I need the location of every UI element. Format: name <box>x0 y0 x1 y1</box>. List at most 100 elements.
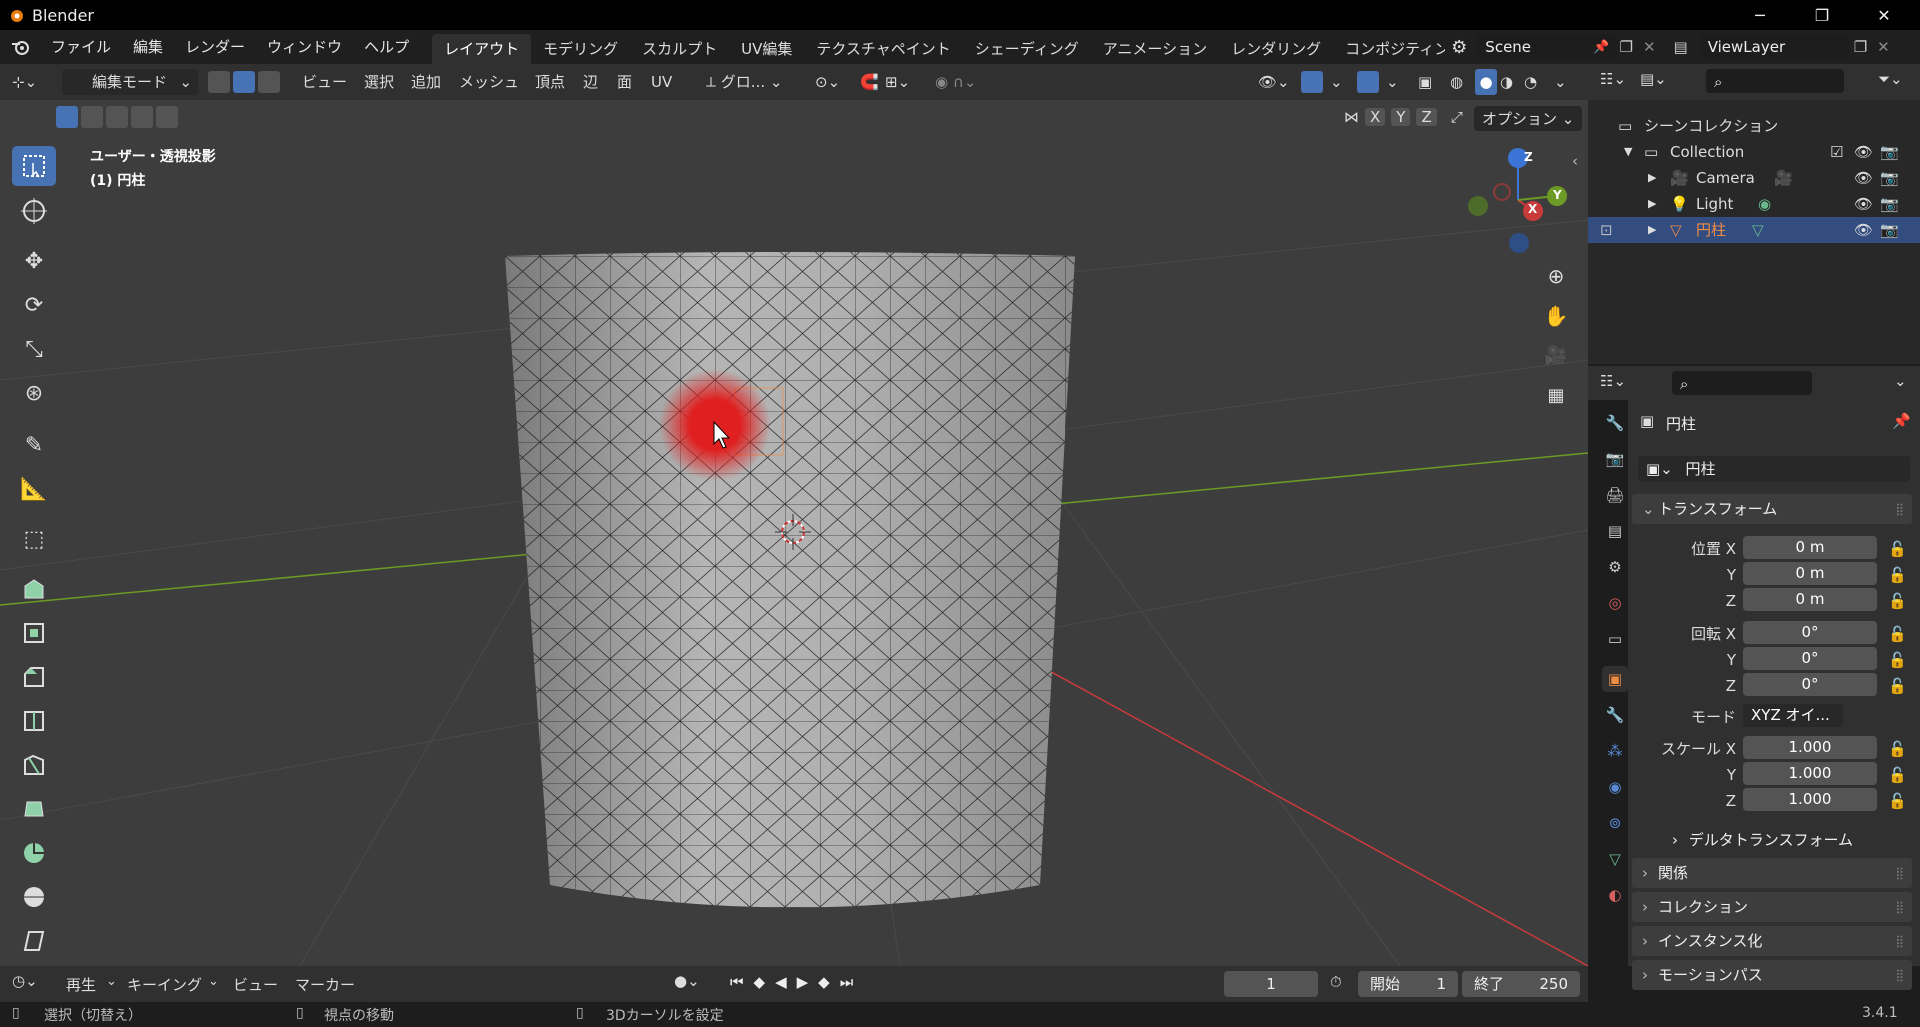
camera-view-icon[interactable]: 🎥 <box>1540 340 1572 372</box>
loop-cut-tool-icon[interactable] <box>12 701 56 741</box>
inset-tool-icon[interactable] <box>12 613 56 653</box>
tab-animation[interactable]: アニメーション <box>1091 34 1219 64</box>
annotate-tool-icon[interactable]: ✎ <box>12 425 56 465</box>
chevron-down-icon[interactable]: ⌄ <box>1894 372 1907 390</box>
solid-shading-icon[interactable]: ● <box>1475 69 1497 95</box>
scale-tool-icon[interactable]: ⤡ <box>12 329 56 369</box>
snap-target-icon[interactable]: ⊞⌄ <box>885 69 910 95</box>
rotation-x-field[interactable]: 0° <box>1743 621 1877 644</box>
tab-rendering[interactable]: レンダリング <box>1219 34 1333 64</box>
record-icon[interactable]: ●⌄ <box>674 972 700 990</box>
world-tab-icon[interactable]: ◎ <box>1602 590 1628 616</box>
rotate-tool-icon[interactable]: ⟳ <box>12 285 56 325</box>
menu-marker[interactable]: マーカー <box>295 974 355 995</box>
editor-type-icon[interactable]: ⊹⌄ <box>12 69 52 95</box>
scale-y-field[interactable]: 1.000 <box>1743 762 1877 785</box>
mode-dropdown[interactable]: 編集モード ⌄ <box>62 69 198 95</box>
gizmo-dropdown-icon[interactable]: ⌄ <box>1330 69 1343 95</box>
select-new-icon[interactable] <box>56 106 78 128</box>
object-tab-icon[interactable]: ▣ <box>1602 666 1628 692</box>
rotation-z-field[interactable]: 0° <box>1743 673 1877 696</box>
scale-x-field[interactable]: 1.000 <box>1743 736 1877 759</box>
select-intersect-icon[interactable] <box>156 106 178 128</box>
overlay-dropdown-icon[interactable]: ⌄ <box>1386 69 1399 95</box>
drag-handle-icon[interactable]: ⣿ <box>1895 926 1904 956</box>
relations-section[interactable]: › 関係 ⣿ <box>1632 858 1912 888</box>
menu-uv[interactable]: UV <box>651 69 672 95</box>
spin-tool-icon[interactable] <box>12 833 56 873</box>
vertex-select-icon[interactable] <box>208 71 230 93</box>
start-frame-field[interactable]: 開始 1 <box>1358 971 1458 997</box>
drag-handle-icon[interactable]: ⣿ <box>1895 892 1904 922</box>
new-view-layer-icon[interactable]: ❐ <box>1854 38 1867 56</box>
bevel-tool-icon[interactable] <box>12 657 56 697</box>
proportional-edit-icon[interactable]: ◉ ∩⌄ <box>935 69 976 95</box>
mirror-x-toggle[interactable]: X <box>1365 108 1386 126</box>
menu-view[interactable]: ビュー <box>233 974 278 995</box>
pan-hand-icon[interactable]: ✋ <box>1540 300 1572 332</box>
play-reverse-icon[interactable]: ◀ <box>775 973 787 991</box>
camera-render-icon[interactable]: 📷 <box>1880 191 1899 217</box>
transform-tool-icon[interactable]: ⊛ <box>12 373 56 413</box>
menu-keying[interactable]: キーイング <box>127 974 202 995</box>
tab-uv-edit[interactable]: UV編集 <box>729 34 804 64</box>
lock-icon[interactable]: 🔓 <box>1888 536 1907 562</box>
chevron-right-icon[interactable]: ▶ <box>1648 217 1656 243</box>
tab-texture-paint[interactable]: テクスチャペイント <box>804 34 962 64</box>
camera-render-icon[interactable]: 📷 <box>1880 217 1899 243</box>
menu-render[interactable]: レンダー <box>174 30 256 64</box>
outliner-item-cylinder[interactable]: ⊡ ▶ ▽ 円柱 ▽ 👁 📷 <box>1588 217 1920 243</box>
butterfly-icon[interactable]: ⋈ <box>1344 108 1359 126</box>
stopwatch-icon[interactable]: ⏱ <box>1330 973 1342 991</box>
chevron-right-icon[interactable]: ▶ <box>1648 165 1656 191</box>
shading-dropdown-icon[interactable]: ⌄ <box>1554 69 1567 95</box>
menu-mesh[interactable]: メッシュ <box>459 69 519 95</box>
mirror-y-toggle[interactable]: Y <box>1391 108 1411 126</box>
maximize-button[interactable]: ❐ <box>1794 0 1850 30</box>
3d-viewport[interactable]: Z X Y ユーザー・透視投影 (1) 円柱 ⋈ X Y Z ⤢ オプション ⌄… <box>0 100 1588 966</box>
xray-icon[interactable]: ▣ <box>1418 69 1432 95</box>
menu-window[interactable]: ウィンドウ <box>256 30 353 64</box>
orientation-dropdown[interactable]: ⟂ グロ... ⌄ <box>706 69 802 95</box>
close-button[interactable]: ✕ <box>1856 0 1912 30</box>
minimize-button[interactable]: ─ <box>1732 0 1788 30</box>
zoom-icon[interactable]: ⊕ <box>1540 260 1572 292</box>
prev-keyframe-icon[interactable]: ◆ <box>754 973 766 991</box>
render-tab-icon[interactable]: 📷 <box>1602 446 1628 472</box>
rendered-shading-icon[interactable]: ◔ <box>1524 69 1537 95</box>
menu-edit[interactable]: 編集 <box>122 30 174 64</box>
visibility-icon[interactable]: 👁⌄ <box>1258 69 1290 95</box>
menu-vertex[interactable]: 頂点 <box>535 69 565 95</box>
blender-menu-icon[interactable] <box>10 38 32 56</box>
menu-select[interactable]: 選択 <box>364 69 394 95</box>
next-keyframe-icon[interactable]: ◆ <box>818 973 830 991</box>
camera-data-icon[interactable]: 🎥 <box>1774 165 1793 191</box>
knife-tool-icon[interactable] <box>12 745 56 785</box>
timeline-editor-icon[interactable]: ◷⌄ <box>12 972 38 990</box>
outliner-item-light[interactable]: ▶ 💡 Light ◉ 👁 📷 <box>1588 191 1920 217</box>
measure-tool-icon[interactable]: 📐 <box>12 469 56 509</box>
output-tab-icon[interactable]: 🖨 <box>1602 482 1628 508</box>
delta-transform-subsection[interactable]: › デルタトランスフォーム <box>1672 829 1853 850</box>
drag-handle-icon[interactable]: ⣿ <box>1895 494 1904 524</box>
pin-icon[interactable]: 📌 <box>1593 40 1609 55</box>
lock-icon[interactable]: 🔓 <box>1888 621 1907 647</box>
jump-end-icon[interactable]: ⏭ <box>840 973 854 991</box>
mesh-data-icon[interactable]: ▽ <box>1752 217 1764 243</box>
collections-section[interactable]: › コレクション ⣿ <box>1632 892 1912 922</box>
extrude-tool-icon[interactable] <box>12 569 56 609</box>
menu-view[interactable]: ビュー <box>302 69 347 95</box>
face-select-icon[interactable] <box>258 71 280 93</box>
eye-icon[interactable]: 👁 <box>1854 139 1873 165</box>
edit-mode-icon[interactable]: ⊡ <box>1600 217 1613 243</box>
tool-tab-icon[interactable]: 🔧 <box>1602 410 1628 436</box>
tab-compositing[interactable]: コンポジティン: <box>1333 34 1445 64</box>
lock-icon[interactable]: 🔓 <box>1888 647 1907 673</box>
lock-icon[interactable]: 🔓 <box>1888 588 1907 614</box>
drag-handle-icon[interactable]: ⣿ <box>1895 858 1904 888</box>
tab-modeling[interactable]: モデリング <box>531 34 630 64</box>
instancing-section[interactable]: › インスタンス化 ⣿ <box>1632 926 1912 956</box>
drag-handle-icon[interactable]: ⣿ <box>1895 960 1904 990</box>
camera-render-icon[interactable]: 📷 <box>1880 165 1899 191</box>
select-extend-icon[interactable] <box>81 106 103 128</box>
